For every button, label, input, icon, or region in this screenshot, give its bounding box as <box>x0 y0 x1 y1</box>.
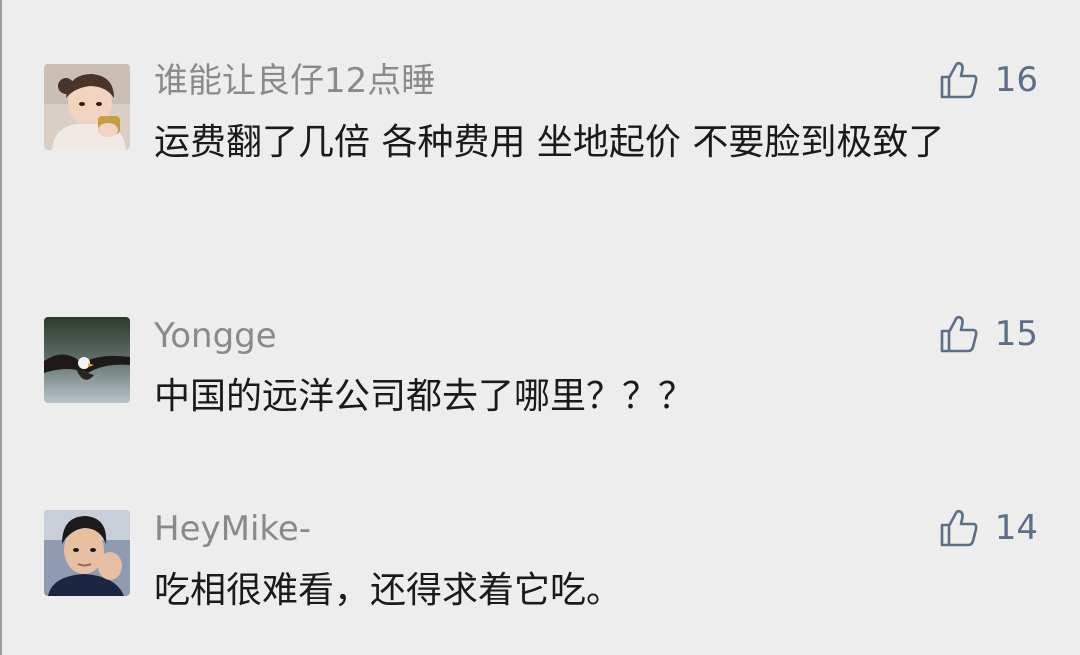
avatar[interactable] <box>44 64 130 150</box>
like-count: 15 <box>994 314 1038 354</box>
eagle-photo-avatar-icon <box>44 317 130 403</box>
like-count: 14 <box>994 508 1038 548</box>
like-button[interactable]: 15 <box>939 312 1038 356</box>
comment-text: 吃相很难看，还得求着它吃。 <box>154 570 623 611</box>
comment-text: 运费翻了几倍 各种费用 坐地起价 不要脸到极致了 <box>154 122 945 163</box>
username[interactable]: 谁能让良仔12点睡 <box>154 61 435 101</box>
username[interactable]: HeyMike- <box>154 509 311 549</box>
like-button[interactable]: 16 <box>939 58 1038 102</box>
comment-text: 中国的远洋公司都去了哪里？？？ <box>154 376 695 417</box>
window-edge <box>0 0 2 655</box>
avatar[interactable] <box>44 510 130 596</box>
like-count: 16 <box>994 60 1038 100</box>
thumbs-up-icon <box>940 509 978 547</box>
like-button[interactable]: 14 <box>939 506 1038 550</box>
man-photo-avatar-icon <box>44 510 130 596</box>
username[interactable]: Yongge <box>154 316 277 356</box>
avatar[interactable] <box>44 317 130 403</box>
thumbs-up-icon <box>940 61 978 99</box>
thumbs-up-icon <box>940 315 978 353</box>
child-photo-avatar-icon <box>44 64 130 150</box>
